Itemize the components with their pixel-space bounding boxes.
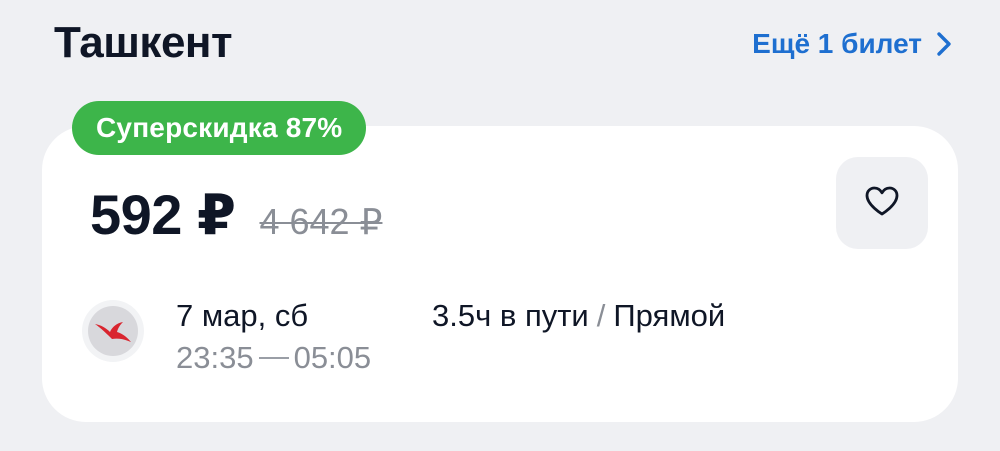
favorite-button[interactable] — [836, 157, 928, 249]
departure-time: 23:35 — [176, 340, 254, 375]
ticket-card[interactable] — [42, 126, 958, 422]
airline-bird-icon — [88, 306, 138, 356]
time-dash — [258, 357, 289, 359]
more-tickets-link[interactable]: Ещё 1 билет — [752, 28, 952, 60]
flight-type: Прямой — [613, 298, 726, 333]
airline-logo — [82, 300, 144, 362]
more-tickets-label: Ещё 1 билет — [752, 28, 922, 59]
price-row: 592 ₽ 4 642 ₽ — [90, 182, 382, 248]
flight-date: 7 мар, сб — [176, 298, 309, 333]
chevron-right-icon — [936, 31, 952, 57]
flight-duration: 3.5ч в пути — [432, 298, 589, 333]
price-old: 4 642 ₽ — [259, 201, 383, 242]
flight-info: 3.5ч в пути / Прямой — [432, 298, 725, 334]
discount-badge: Суперскидка 87% — [72, 101, 367, 155]
city-title: Ташкент — [54, 18, 233, 67]
arrival-time: 05:05 — [293, 340, 372, 375]
ticket-page: Ташкент Ещё 1 билет Суперскидка 87% 592 … — [0, 0, 1000, 451]
price-current: 592 ₽ — [90, 183, 236, 246]
heart-icon — [864, 185, 900, 222]
flight-times: 23:35 05:05 — [176, 340, 371, 376]
info-separator: / — [596, 298, 606, 333]
